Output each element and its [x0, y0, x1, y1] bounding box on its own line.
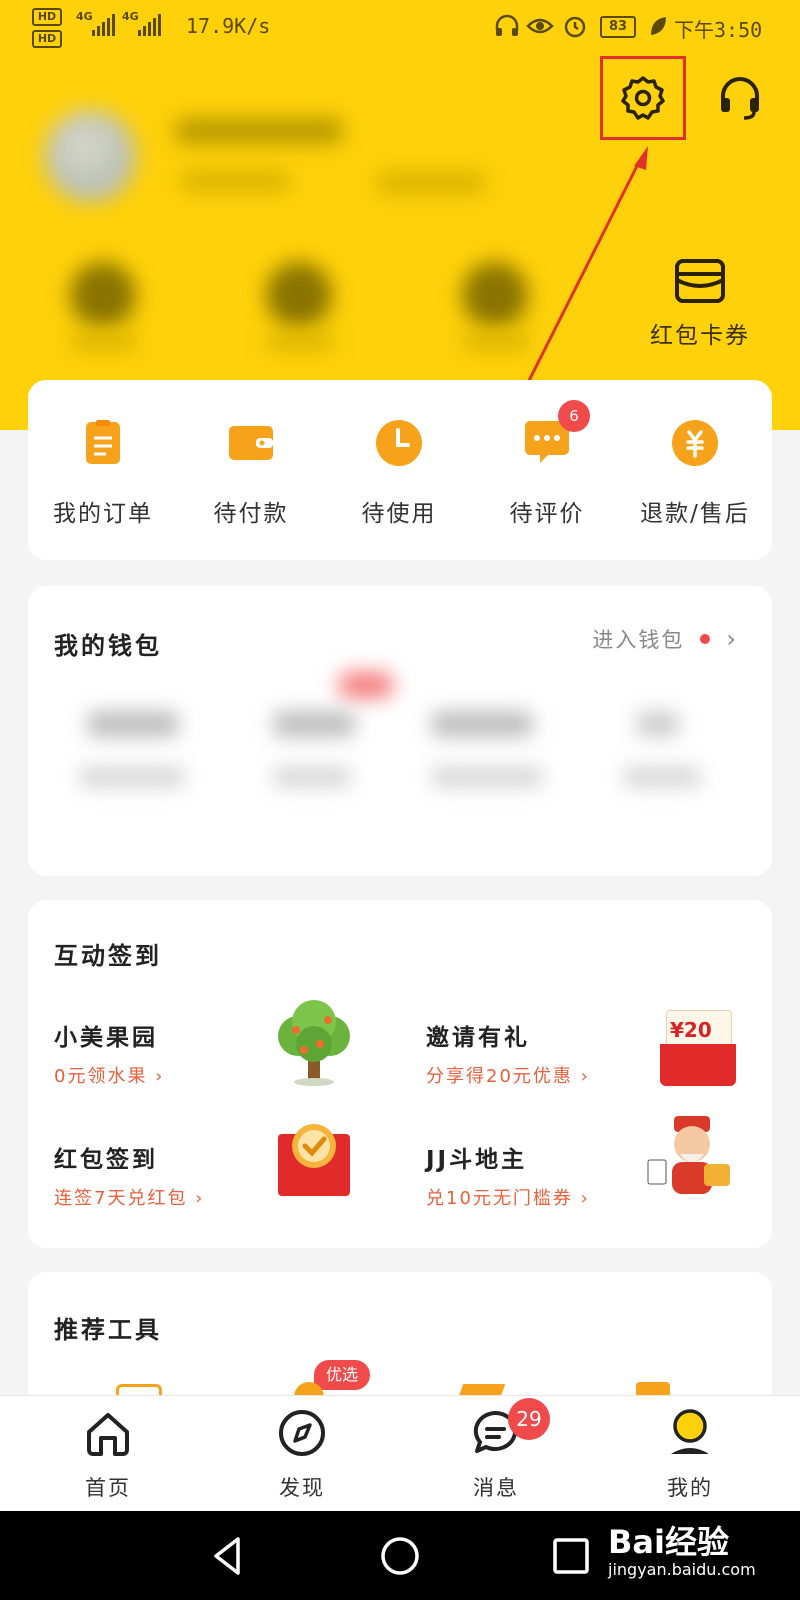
recommended-badge: 优选	[314, 1360, 370, 1390]
tab-discover[interactable]: 发现	[242, 1408, 362, 1502]
activity-subtitle: 分享得20元优惠 ›	[426, 1066, 590, 1087]
bottom-tab-bar: 首页 发现 29 消息 我的	[0, 1395, 800, 1512]
activity-subtitle: 兑10元无门槛券 ›	[426, 1188, 590, 1209]
tree-icon	[278, 1000, 350, 1086]
tab-messages[interactable]: 29 消息	[436, 1398, 556, 1502]
activity-title: 邀请有礼	[426, 1025, 530, 1051]
activity-subtitle: 连签7天兑红包 ›	[54, 1188, 205, 1209]
system-nav-bar: Bai经验 jingyan.baidu.com	[0, 1511, 800, 1600]
order-label: 待使用	[361, 501, 437, 527]
compass-icon	[279, 1410, 325, 1456]
order-label: 待评价	[509, 501, 585, 527]
checkin-title: 互动签到	[54, 942, 162, 970]
coupon-label: 红包卡券	[650, 323, 750, 349]
landlord-game-item[interactable]: JJ斗地主 兑10元无门槛券 ›	[404, 1116, 744, 1230]
order-label: 我的订单	[53, 501, 153, 527]
to-review-button[interactable]: 6 待评价	[472, 400, 622, 528]
checkin-card: 互动签到 小美果园 0元领水果 › 邀请有礼 分享得20元优惠 › ¥20 红包…	[28, 900, 772, 1248]
tab-label: 发现	[279, 1476, 325, 1500]
baidu-jingyan-watermark: Bai经验 jingyan.baidu.com	[608, 1525, 756, 1581]
blurred-value	[274, 712, 354, 736]
checkin-envelope-icon	[278, 1124, 350, 1196]
blurred-value	[432, 712, 532, 736]
profile-icon	[671, 1409, 709, 1454]
tab-label: 首页	[85, 1476, 131, 1500]
activity-subtitle: 0元领水果 ›	[54, 1066, 165, 1087]
order-label: 退款/售后	[640, 501, 750, 527]
clock-icon	[376, 420, 422, 466]
card-wallet-icon	[675, 259, 725, 303]
tab-home[interactable]: 首页	[48, 1408, 168, 1502]
watermark-brand: Bai经验	[608, 1523, 729, 1561]
tab-label: 我的	[667, 1476, 713, 1500]
my-orders-button[interactable]: 我的订单	[28, 418, 178, 528]
blurred-label	[432, 768, 542, 786]
to-use-button[interactable]: 待使用	[324, 418, 474, 528]
blurred-label	[80, 768, 184, 786]
home-circle-icon[interactable]	[377, 1533, 423, 1579]
envelope-amount: ¥20	[670, 1018, 712, 1042]
enter-wallet-link[interactable]: 进入钱包 ›	[592, 624, 738, 654]
activity-title: JJ斗地主	[426, 1147, 528, 1173]
wallet-card: 我的钱包 进入钱包 ›	[28, 586, 772, 876]
coupon-button[interactable]: 红包卡券	[640, 258, 760, 350]
home-icon	[87, 1413, 129, 1456]
refund-button[interactable]: 退款/售后	[620, 418, 770, 528]
watermark-url: jingyan.baidu.com	[608, 1560, 756, 1579]
blurred-label	[274, 768, 350, 786]
tab-mine[interactable]: 我的	[630, 1408, 750, 1502]
tab-label: 消息	[473, 1476, 519, 1500]
blurred-value	[638, 712, 678, 736]
fruit-garden-item[interactable]: 小美果园 0元领水果 ›	[28, 1000, 368, 1108]
order-list-icon	[86, 420, 120, 464]
red-envelope-icon: ¥20	[660, 1010, 736, 1086]
review-count-badge: 6	[558, 400, 590, 432]
recents-square-icon[interactable]	[548, 1533, 594, 1579]
mascot-icon	[647, 1116, 730, 1194]
invite-reward-item[interactable]: 邀请有礼 分享得20元优惠 › ¥20	[404, 1010, 744, 1108]
enter-wallet-label: 进入钱包	[592, 628, 685, 652]
wallet-icon	[229, 426, 273, 460]
activity-title: 红包签到	[54, 1147, 158, 1173]
activity-title: 小美果园	[54, 1025, 158, 1051]
tools-title: 推荐工具	[54, 1316, 162, 1344]
wallet-title: 我的钱包	[54, 632, 162, 660]
message-count-badge: 29	[508, 1398, 550, 1440]
pending-payment-button[interactable]: 待付款	[176, 418, 326, 528]
blurred-value	[88, 712, 178, 736]
blurred-badge	[338, 672, 394, 698]
refund-icon	[672, 420, 718, 466]
chevron-right-icon: ›	[726, 625, 738, 653]
back-triangle-icon[interactable]	[206, 1533, 252, 1579]
orders-card: 我的订单 待付款 待使用 6 待评价 退款/售后	[28, 380, 772, 560]
order-label: 待付款	[213, 501, 289, 527]
notification-dot	[700, 634, 711, 644]
blurred-label	[624, 768, 700, 786]
red-packet-checkin-item[interactable]: 红包签到 连签7天兑红包 ›	[28, 1124, 368, 1230]
